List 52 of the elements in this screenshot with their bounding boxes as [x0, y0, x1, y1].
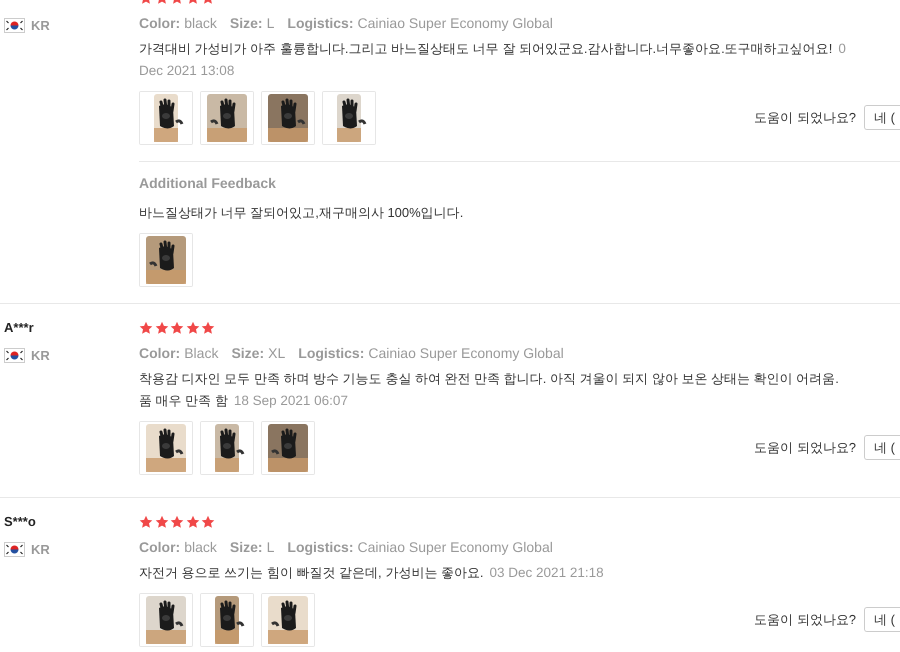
star-icon	[170, 321, 184, 335]
star-icon	[139, 515, 153, 529]
attribute-value: Cainiao Super Economy Global	[368, 345, 564, 361]
star-icon	[139, 321, 153, 335]
country-code: KR	[31, 542, 50, 557]
attribute-label: Color:	[139, 345, 180, 361]
star-icon	[154, 321, 168, 335]
attribute-value: L	[266, 15, 274, 31]
attribute-value: black	[184, 539, 217, 555]
review-text: 착용감 디자인 모두 만족 하며 방수 기능도 충실 하여 완전 만족 합니다. 아직 겨울이 되지 않아 보온 상태는 확인이 어려움.	[139, 371, 839, 386]
star-icon	[186, 321, 200, 335]
review-text: 자전거 용으로 쓰기는 힘이 빠질것 같은데, 가성비는 좋아요.	[139, 565, 484, 580]
review-date: 03 Dec 2021 21:18	[490, 565, 604, 580]
attribute-value: L	[266, 539, 274, 555]
flag-icon	[4, 18, 25, 33]
attribute-value: XL	[268, 345, 286, 361]
flag-icon	[4, 348, 25, 363]
review-date: Dec 2021 13:08	[139, 63, 234, 78]
review-text: 바느질상태가 너무 잘되어있고,재구매의사 100%입니다.	[139, 204, 464, 222]
attribute-value: black	[184, 15, 217, 31]
star-icon	[201, 515, 215, 529]
reviewer-name: S***o	[4, 514, 37, 530]
helpful-yes-button[interactable]: 네 (	[864, 105, 900, 130]
review-text: 가격대비 가성비가 아주 훌륭합니다.그리고 바느질상태도 너무 잘 되어있군요.감사합니다.너무좋아요.또구매하고싶어요!	[139, 41, 832, 56]
attribute-label: Size:	[230, 15, 263, 31]
star-icon	[201, 321, 215, 335]
helpful-yes-button[interactable]: 네 (	[864, 435, 900, 460]
attribute-label: Color:	[139, 15, 180, 31]
additional-feedback-title: Additional Feedback	[139, 174, 277, 193]
country-code: KR	[31, 348, 50, 363]
attribute-value: Black	[184, 345, 218, 361]
star-icon	[154, 515, 168, 529]
helpful-question: 도움이 되었나요?	[754, 109, 856, 127]
attribute-label: Color:	[139, 539, 180, 555]
attribute-label: Size:	[230, 539, 263, 555]
attribute-value: Cainiao Super Economy Global	[358, 539, 553, 555]
review-date: 0	[838, 41, 846, 56]
flag-icon	[4, 542, 25, 557]
review-date: 18 Sep 2021 06:07	[234, 393, 348, 408]
star-icon	[186, 515, 200, 529]
review-text: 품 매우 만족 함	[139, 393, 228, 408]
attribute-value: Cainiao Super Economy Global	[358, 15, 553, 31]
helpful-question: 도움이 되었나요?	[754, 439, 856, 457]
attribute-label: Logistics:	[287, 15, 354, 31]
attribute-label: Logistics:	[298, 345, 364, 361]
country-code: KR	[31, 18, 50, 33]
attribute-label: Size:	[231, 345, 264, 361]
star-icon	[170, 515, 184, 529]
helpful-question: 도움이 되었나요?	[754, 611, 856, 629]
attribute-label: Logistics:	[287, 539, 354, 555]
helpful-yes-button[interactable]: 네 (	[864, 607, 900, 632]
reviewer-name: A***r	[4, 320, 35, 336]
